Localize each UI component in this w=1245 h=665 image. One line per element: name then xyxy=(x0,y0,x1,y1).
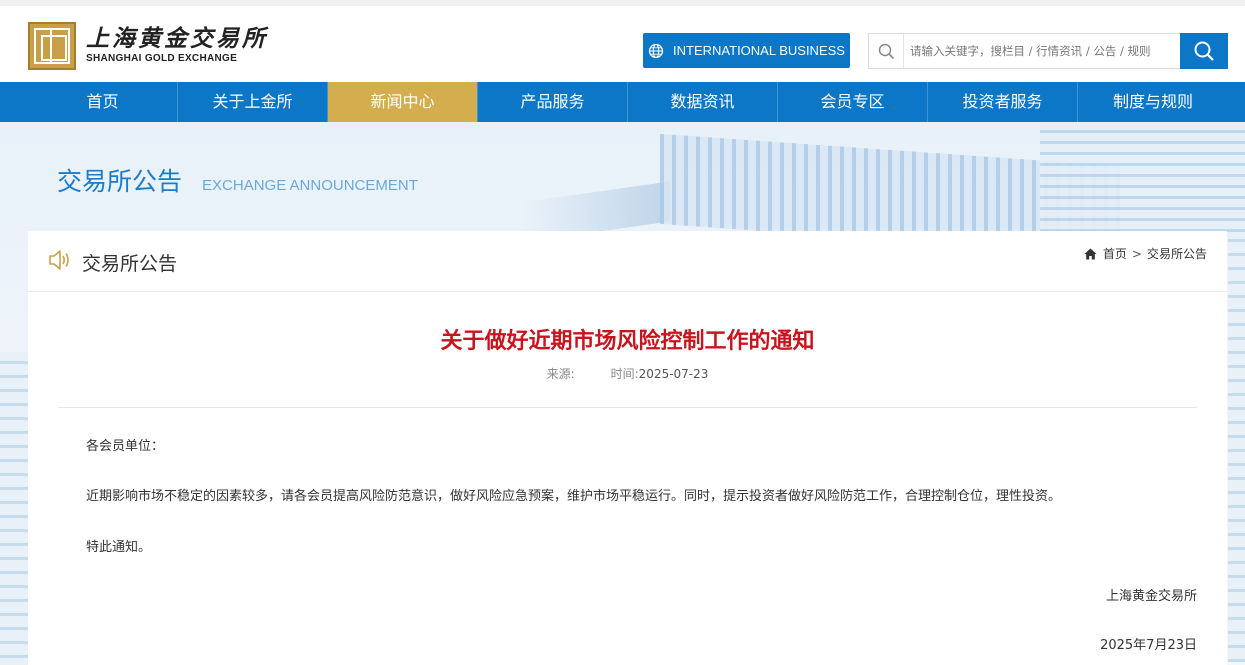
article-closing: 特此通知。 xyxy=(86,540,152,555)
article-paragraph: 近期影响市场不稳定的因素较多，请各会员提高风险防范意识，做好风险应急预案，维护市… xyxy=(86,489,1062,504)
search-icon xyxy=(1194,41,1214,61)
logo-cn-text: 上海黄金交易所 xyxy=(86,25,268,52)
logo-en-text: SHANGHAI GOLD EXCHANGE xyxy=(86,53,238,64)
article-divider xyxy=(58,407,1197,408)
international-business-label: INTERNATIONAL BUSINESS xyxy=(673,43,845,58)
page-heading-cn: 交易所公告 xyxy=(57,167,183,196)
top-header: 上海黄金交易所 SHANGHAI GOLD EXCHANGE INTERNATI… xyxy=(0,0,1245,82)
nav-item-rules[interactable]: 制度与规则 xyxy=(1078,82,1228,122)
nav-item-products[interactable]: 产品服务 xyxy=(478,82,628,122)
international-business-button[interactable]: INTERNATIONAL BUSINESS xyxy=(643,33,850,68)
article-time-value: 2025-07-23 xyxy=(638,367,709,381)
logo-text: 上海黄金交易所 SHANGHAI GOLD EXCHANGE xyxy=(86,26,268,66)
article-time-label: 时间: xyxy=(610,367,639,381)
article-source-label: 来源: xyxy=(546,367,575,381)
search-box xyxy=(868,33,1228,69)
banner-building-shape xyxy=(0,352,30,665)
sge-logo-icon xyxy=(28,22,76,70)
banner-building-shape xyxy=(1228,232,1245,662)
nav-item-home[interactable]: 首页 xyxy=(28,82,178,122)
search-input[interactable] xyxy=(904,34,1181,68)
banner-building-shape xyxy=(1040,122,1245,232)
card-header: 交易所公告 首页 > 交易所公告 xyxy=(28,231,1227,292)
page-heading-en: EXCHANGE ANNOUNCEMENT xyxy=(202,177,418,194)
page-heading: 交易所公告 EXCHANGE ANNOUNCEMENT xyxy=(57,162,418,198)
nav-item-about[interactable]: 关于上金所 xyxy=(178,82,328,122)
article-salutation: 各会员单位： xyxy=(86,439,165,454)
breadcrumb-home-link[interactable]: 首页 xyxy=(1103,245,1127,262)
content-card: 交易所公告 首页 > 交易所公告 关于做好近期市场风险控制工作的通知 来源: 时间… xyxy=(28,231,1227,665)
nav-item-members[interactable]: 会员专区 xyxy=(778,82,928,122)
main-nav: 首页 关于上金所 新闻中心 产品服务 数据资讯 会员专区 投资者服务 制度与规则 xyxy=(0,82,1245,122)
nav-item-investors[interactable]: 投资者服务 xyxy=(928,82,1078,122)
site-logo[interactable]: 上海黄金交易所 SHANGHAI GOLD EXCHANGE xyxy=(28,21,268,71)
search-button[interactable] xyxy=(1180,33,1228,69)
nav-item-data[interactable]: 数据资讯 xyxy=(628,82,778,122)
article-title: 关于做好近期市场风险控制工作的通知 xyxy=(440,329,815,354)
section-title: 交易所公告 xyxy=(82,253,178,275)
speaker-icon xyxy=(49,250,69,270)
breadcrumb-current-link[interactable]: 交易所公告 xyxy=(1147,245,1207,262)
home-icon xyxy=(1084,248,1097,259)
article-signature: 上海黄金交易所 xyxy=(1105,589,1197,604)
breadcrumb-separator: > xyxy=(1131,246,1142,261)
article-sign-date: 2025年7月23日 xyxy=(1100,638,1197,653)
article-meta: 来源: 时间:2025-07-23 xyxy=(28,365,1227,382)
search-field-icon xyxy=(869,34,904,68)
nav-item-news[interactable]: 新闻中心 xyxy=(328,82,478,122)
globe-icon xyxy=(648,43,664,58)
breadcrumb: 首页 > 交易所公告 xyxy=(1084,245,1207,262)
